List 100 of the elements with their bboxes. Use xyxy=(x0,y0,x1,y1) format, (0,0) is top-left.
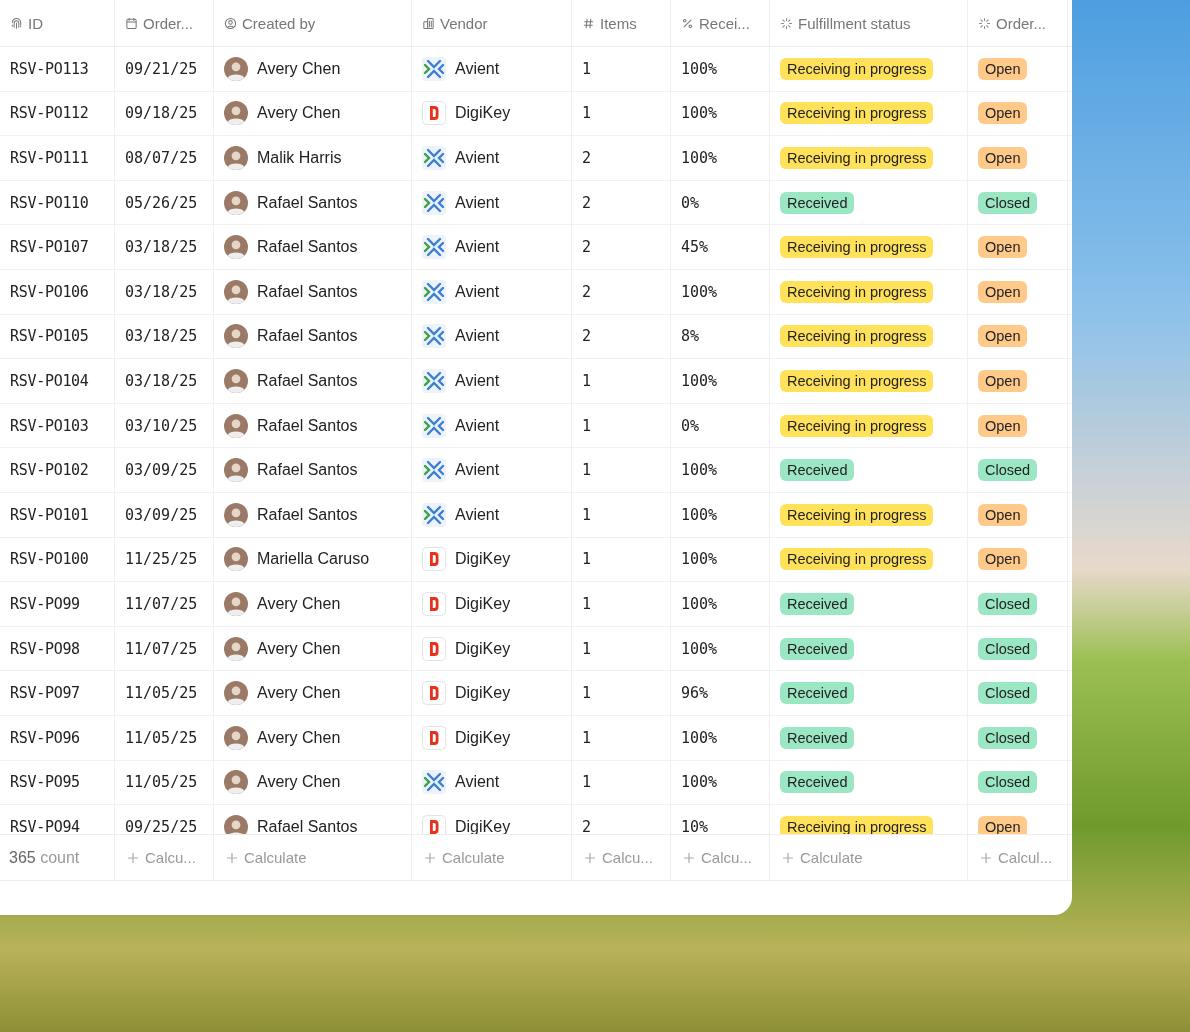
creator-name: Avery Chen xyxy=(257,104,341,123)
received-percent: 100% xyxy=(681,728,718,747)
order-status-tag: Open xyxy=(978,57,1028,80)
creator-name: Avery Chen xyxy=(257,684,341,703)
vendor-logo-icon xyxy=(422,681,446,706)
item-count: 1 xyxy=(582,59,592,78)
avatar-icon xyxy=(224,458,248,483)
column-header[interactable]: ID xyxy=(0,0,115,46)
order-id: RSV-PO95 xyxy=(10,773,80,792)
order-status-tag: Closed xyxy=(978,771,1038,794)
order-date: 11/05/25 xyxy=(125,773,198,792)
calculate-button[interactable]: Calculate xyxy=(222,845,311,870)
column-header[interactable]: Items xyxy=(572,0,671,46)
creator-name: Rafael Santos xyxy=(257,817,358,834)
column-label: Created by xyxy=(242,14,316,32)
order-id: RSV-PO111 xyxy=(10,149,89,167)
order-date: 05/26/25 xyxy=(125,193,198,212)
fingerprint-icon xyxy=(10,16,23,30)
fulfillment-status-tag: Received xyxy=(780,771,855,794)
item-count: 1 xyxy=(582,505,592,524)
order-status-tag: Closed xyxy=(978,682,1038,705)
vendor-logo-icon xyxy=(422,324,446,349)
received-percent: 100% xyxy=(681,639,718,658)
avatar-icon xyxy=(224,101,248,126)
vendor-logo-icon xyxy=(422,636,446,661)
order-id: RSV-PO110 xyxy=(10,193,89,212)
column-header[interactable]: Recei... xyxy=(671,0,770,46)
avatar-icon xyxy=(224,190,248,215)
order-id: RSV-PO106 xyxy=(10,282,89,301)
percent-icon xyxy=(681,16,694,30)
creator-name: Avery Chen xyxy=(257,773,341,792)
avatar-icon xyxy=(224,324,248,349)
fulfillment-status-tag: Received xyxy=(780,726,855,749)
item-count: 1 xyxy=(582,416,592,435)
calculate-button[interactable]: Calcu... xyxy=(580,845,657,870)
fulfillment-status-tag: Received xyxy=(780,637,855,660)
vendor-name: Avient xyxy=(455,238,500,257)
vendor-logo-icon xyxy=(422,368,446,393)
order-id: RSV-PO103 xyxy=(10,416,89,435)
plus-icon xyxy=(980,851,992,864)
received-percent: 100% xyxy=(681,461,718,480)
vendor-logo-icon xyxy=(422,547,446,572)
plus-icon xyxy=(226,851,238,864)
plus-icon xyxy=(127,851,139,864)
fulfillment-status-tag: Receiving in progress xyxy=(780,325,934,348)
order-date: 11/07/25 xyxy=(125,594,198,613)
order-id: RSV-PO98 xyxy=(10,639,80,658)
creator-name: Rafael Santos xyxy=(257,282,358,301)
vendor-name: Avient xyxy=(455,461,500,480)
fulfillment-status-tag: Receiving in progress xyxy=(780,236,934,259)
creator-name: Rafael Santos xyxy=(257,461,358,480)
fulfillment-status-tag: Receiving in progress xyxy=(780,147,934,169)
item-count: 2 xyxy=(582,149,592,167)
vendor-name: DigiKey xyxy=(455,550,511,569)
vendor-name: Avient xyxy=(455,371,500,390)
fulfillment-status-tag: Received xyxy=(780,191,855,214)
column-header[interactable]: Created by xyxy=(214,0,412,46)
fulfillment-status-tag: Receiving in progress xyxy=(780,280,934,303)
loader-icon xyxy=(780,16,793,30)
order-date: 03/09/25 xyxy=(125,461,198,480)
fulfillment-status-tag: Received xyxy=(780,459,855,482)
creator-name: Rafael Santos xyxy=(257,416,358,435)
received-percent: 100% xyxy=(681,505,718,524)
column-header[interactable]: Vendor xyxy=(412,0,572,46)
column-header[interactable]: Order... xyxy=(115,0,214,46)
order-status-tag: Closed xyxy=(978,637,1038,660)
received-percent: 100% xyxy=(681,149,718,167)
vendor-logo-icon xyxy=(422,146,446,170)
order-id: RSV-PO94 xyxy=(10,817,80,834)
creator-name: Avery Chen xyxy=(257,728,341,747)
order-id: RSV-PO99 xyxy=(10,594,80,613)
order-id: RSV-PO112 xyxy=(10,104,89,123)
column-header[interactable]: Order... xyxy=(968,0,1068,46)
vendor-logo-icon xyxy=(422,502,446,527)
calculate-button[interactable]: Calculate xyxy=(420,845,509,870)
order-status-tag: Closed xyxy=(978,726,1038,749)
order-status-tag: Open xyxy=(978,503,1028,526)
creator-name: Rafael Santos xyxy=(257,238,358,257)
avatar-icon xyxy=(224,146,248,170)
calculate-button[interactable]: Calcu... xyxy=(123,845,200,870)
calculate-button[interactable]: Calcu... xyxy=(679,845,756,870)
vendor-name: DigiKey xyxy=(455,594,511,613)
column-header[interactable]: Fulfillment status xyxy=(770,0,968,46)
item-count: 1 xyxy=(582,684,592,703)
calculate-button[interactable]: Calculate xyxy=(778,845,867,870)
order-date: 03/18/25 xyxy=(125,282,198,301)
vendor-name: DigiKey xyxy=(455,728,511,747)
user-circle-icon xyxy=(224,16,237,30)
order-date: 11/05/25 xyxy=(125,684,198,703)
order-date: 08/07/25 xyxy=(125,149,198,167)
calculate-button[interactable]: Calcul... xyxy=(976,845,1057,870)
order-id: RSV-PO97 xyxy=(10,684,80,703)
vendor-name: Avient xyxy=(455,149,500,167)
received-percent: 100% xyxy=(681,594,718,613)
vendor-name: Avient xyxy=(455,773,500,792)
item-count: 2 xyxy=(582,817,592,834)
avatar-icon xyxy=(224,725,248,750)
vendor-name: Avient xyxy=(455,282,500,301)
record-count: 365 count xyxy=(8,848,80,867)
fulfillment-status-tag: Received xyxy=(780,592,855,615)
